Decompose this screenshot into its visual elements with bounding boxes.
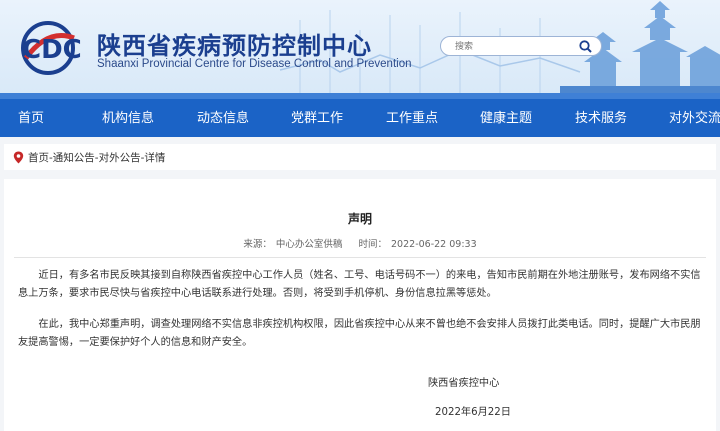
article-signature: 陕西省疾控中心 [428,378,500,389]
article-paragraph: 在此，我中心郑重声明，调查处理网络不实信息非疾控机构权限，因此省疾控中心从来不曾… [18,319,701,348]
main-nav: 首页 机构信息 动态信息 党群工作 工作重点 健康主题 技术服务 对外交流 [0,93,720,137]
search-box[interactable] [440,36,602,56]
nav-item-institution[interactable]: 机构信息 [102,107,154,126]
breadcrumb-path[interactable]: 首页-通知公告-对外公告-详情 [28,150,165,165]
site-subtitle: Shaanxi Provincial Centre for Disease Co… [97,58,412,70]
article-date: 2022年6月22日 [435,407,511,418]
nav-item-priorities[interactable]: 工作重点 [386,107,438,126]
divider [14,257,706,258]
source-label: 来源： [243,239,272,250]
article-title: 声明 [347,212,372,226]
nav-item-home[interactable]: 首页 [18,107,44,126]
nav-dot-pattern [0,93,720,99]
nav-item-health[interactable]: 健康主题 [480,107,532,126]
logo-text: CDC [22,35,82,65]
search-input[interactable] [455,39,573,54]
article-panel: 声明 来源： 中心办公室供稿 时间： 2022-06-22 09:33 近日，有多名… [4,179,716,431]
nav-item-services[interactable]: 技术服务 [575,107,627,126]
article-source: 中心办公室供稿 [275,239,343,250]
nav-item-news[interactable]: 动态信息 [197,107,249,126]
site-header: CDC 陕西省疾病预防控制中心 Shaanxi Provincial Centr… [0,0,720,93]
breadcrumb: 首页-通知公告-对外公告-详情 [4,144,716,170]
cdc-logo: CDC [21,21,82,75]
nav-item-party[interactable]: 党群工作 [291,107,343,126]
nav-item-exchange[interactable]: 对外交流 [669,107,720,126]
site-title: 陕西省疾病预防控制中心 [97,32,372,60]
time-label: 时间： [358,239,388,250]
location-pin-icon [13,151,24,164]
article-time: 2022-06-22 09:33 [391,239,477,250]
search-icon[interactable] [579,40,592,53]
article-meta: 来源： 中心办公室供稿 时间： 2022-06-22 09:33 [4,236,716,250]
article-paragraph: 近日，有多名市民反映其接到自称陕西省疾控中心工作人员（姓名、工号、电话号码不一）… [18,270,701,299]
